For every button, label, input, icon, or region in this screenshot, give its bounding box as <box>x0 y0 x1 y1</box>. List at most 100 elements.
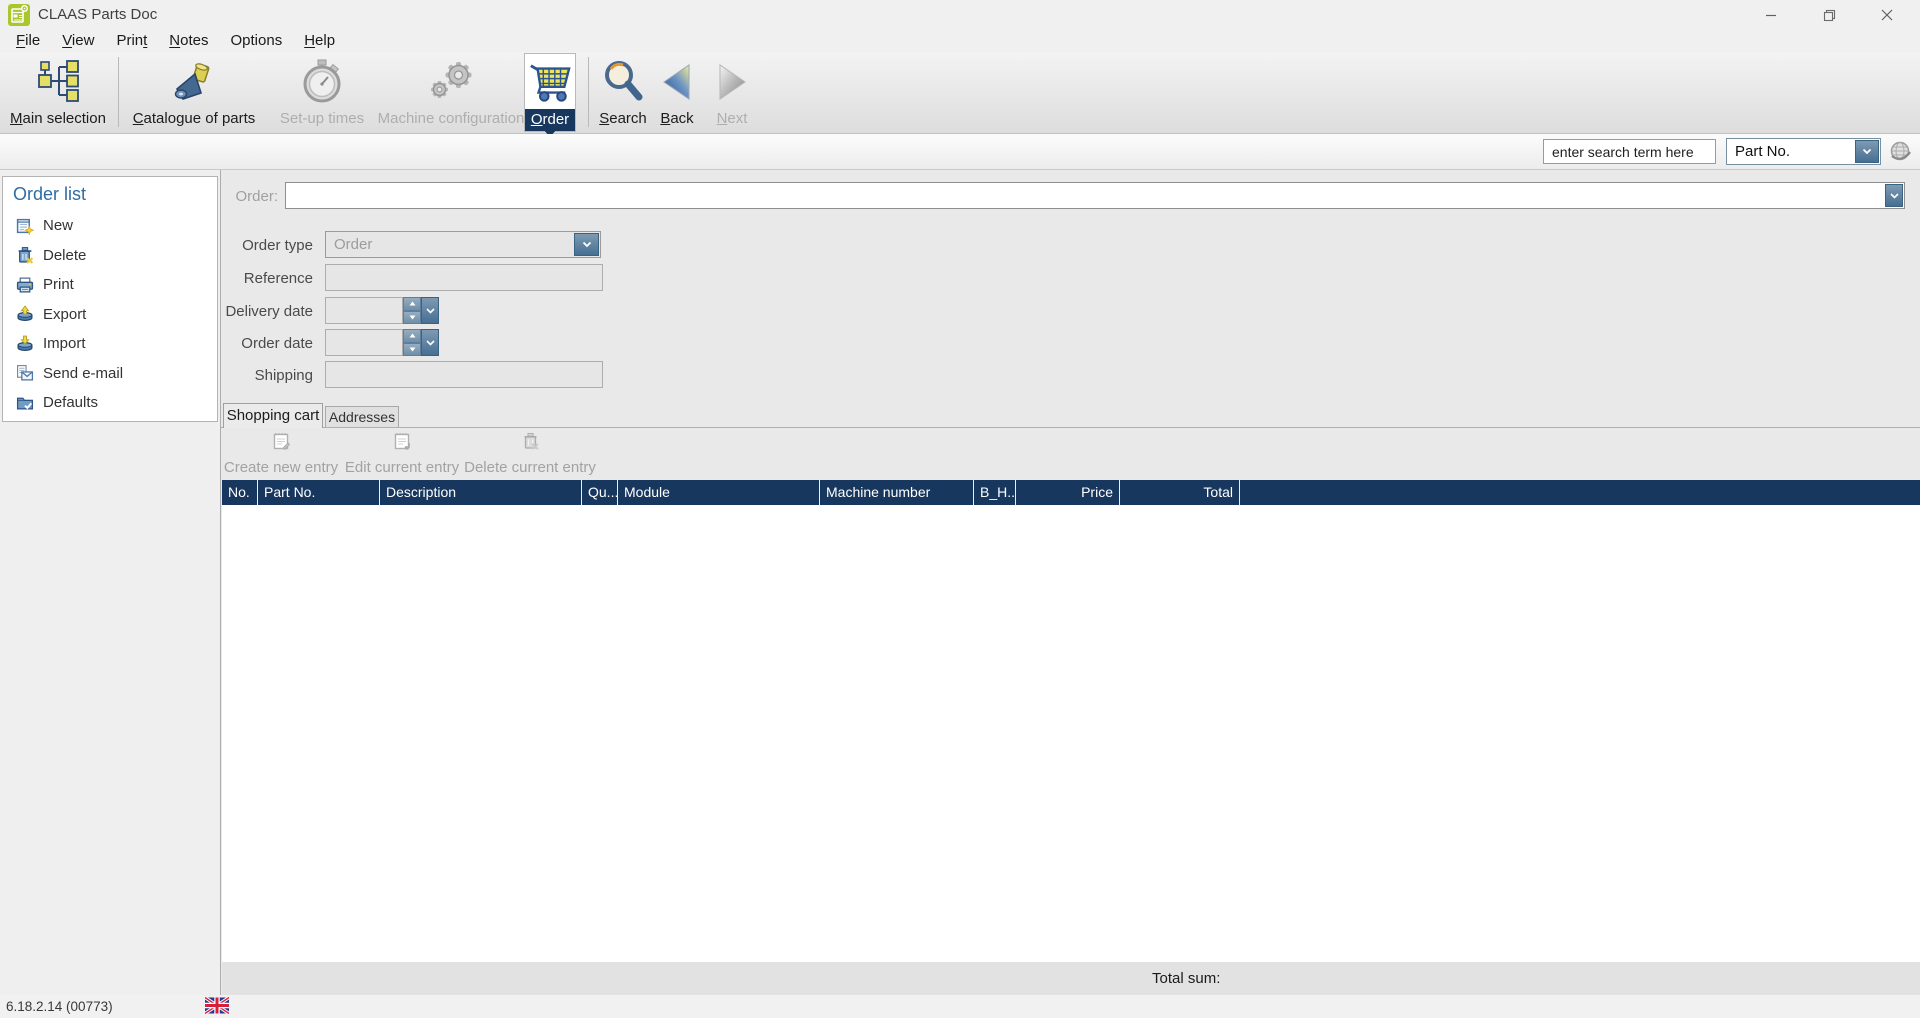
column-header-filler <box>1240 480 1920 505</box>
toolbar-button-label: Machine configuration <box>378 110 525 127</box>
panel-divider <box>220 170 221 995</box>
spin-up-button[interactable] <box>403 329 421 343</box>
sidebar-item-label: New <box>43 217 73 234</box>
uk-flag-icon[interactable] <box>205 997 229 1018</box>
sidebar-item-delete[interactable]: Delete <box>3 241 217 271</box>
column-header-description[interactable]: Description <box>380 480 582 505</box>
order-date-label: Order date <box>193 335 313 352</box>
create-new-entry-button: Create new entry <box>224 430 338 476</box>
main-toolbar: Main selection Catalogue of parts <box>0 52 1920 134</box>
toolbar-button-label: Catalogue of parts <box>133 110 256 127</box>
order-dropdown-button[interactable] <box>1885 184 1903 207</box>
menu-print[interactable]: Print <box>105 30 158 52</box>
back-button[interactable]: Back <box>652 53 702 132</box>
delete-entry-icon <box>519 430 542 458</box>
search-category-dropdown-button[interactable] <box>1855 140 1879 163</box>
sidebar-item-import[interactable]: Import <box>3 329 217 359</box>
toolbar-button-label: Main selection <box>10 110 106 127</box>
order-list-title: Order list <box>13 184 217 205</box>
catalogue-of-parts-button[interactable]: Catalogue of parts <box>124 53 264 132</box>
order-date-spinner <box>403 329 421 356</box>
chevron-down-icon <box>426 308 435 314</box>
edit-entry-icon <box>391 430 414 458</box>
spin-down-button[interactable] <box>403 343 421 357</box>
order-date-dropdown-button[interactable] <box>421 329 439 356</box>
restore-button[interactable] <box>1800 0 1858 30</box>
spin-up-button[interactable] <box>403 297 421 311</box>
sidebar-item-label: Delete <box>43 247 86 264</box>
order-type-value: Order <box>334 232 372 257</box>
cart-action-label: Edit current entry <box>345 459 459 476</box>
sidebar-item-label: Import <box>43 335 86 352</box>
window-title: CLAAS Parts Doc <box>38 0 157 30</box>
order-type-dropdown-button[interactable] <box>574 233 599 256</box>
sidebar-item-print[interactable]: Print <box>3 270 217 300</box>
column-header-price[interactable]: Price <box>1016 480 1120 505</box>
app-icon <box>8 4 30 26</box>
delivery-date-control <box>325 297 439 324</box>
column-header-bh[interactable]: B_H... <box>974 480 1016 505</box>
triangle-up-icon <box>409 301 416 306</box>
search-category-value: Part No. <box>1735 139 1790 164</box>
menu-help[interactable]: Help <box>293 30 346 52</box>
minimize-button[interactable] <box>1742 0 1800 30</box>
column-header-total[interactable]: Total <box>1120 480 1240 505</box>
set-up-times-button: Set-up times <box>268 53 376 132</box>
order-combobox[interactable] <box>285 182 1905 209</box>
tab-shopping-cart[interactable]: Shopping cart <box>223 403 323 428</box>
close-button[interactable] <box>1858 0 1916 30</box>
order-date-control <box>325 329 439 356</box>
order-button[interactable]: Order <box>524 53 576 132</box>
cart-table-body[interactable] <box>222 505 1920 962</box>
tab-addresses[interactable]: Addresses <box>325 406 399 427</box>
sidebar-item-defaults[interactable]: Defaults <box>3 388 217 418</box>
menu-options[interactable]: Options <box>220 30 294 52</box>
machine-configuration-button: Machine configuration <box>378 53 524 132</box>
shopping-cart-icon <box>528 54 572 109</box>
export-icon <box>16 305 34 323</box>
search-input[interactable] <box>1543 139 1716 164</box>
cart-table-header: No. Part No. Description Qu... Module Ma… <box>222 480 1920 505</box>
search-button[interactable]: Search <box>594 53 652 132</box>
sidebar-item-new[interactable]: New <box>3 211 217 241</box>
delete-icon <box>16 246 34 264</box>
chevron-down-icon <box>426 340 435 346</box>
sidebar-item-export[interactable]: Export <box>3 300 217 330</box>
column-header-machine-number[interactable]: Machine number <box>820 480 974 505</box>
sidebar-item-label: Print <box>43 276 74 293</box>
claas-parts-doc-window: CLAAS Parts Doc File View Print Notes Op… <box>0 0 1920 1018</box>
order-type-combobox[interactable]: Order <box>325 231 601 258</box>
search-row: Part No. <box>0 134 1920 170</box>
column-header-quantity[interactable]: Qu... <box>582 480 618 505</box>
order-label: Order: <box>198 188 278 205</box>
reference-label: Reference <box>193 270 313 287</box>
delivery-date-dropdown-button[interactable] <box>421 297 439 324</box>
triangle-up-icon <box>409 333 416 338</box>
delivery-date-spinner <box>403 297 421 324</box>
status-bar: 6.18.2.14 (00773) <box>0 995 1920 1018</box>
delete-current-entry-button: Delete current entry <box>464 430 596 476</box>
arrow-left-icon <box>660 53 694 110</box>
reference-field <box>325 264 603 291</box>
menu-file[interactable]: File <box>5 30 51 52</box>
cart-action-label: Create new entry <box>224 459 338 476</box>
toolbar-separator <box>118 57 119 127</box>
global-search-icon <box>1888 139 1913 169</box>
menu-view[interactable]: View <box>51 30 105 52</box>
delivery-date-field <box>325 297 403 324</box>
spin-down-button[interactable] <box>403 311 421 325</box>
search-category-dropdown[interactable]: Part No. <box>1726 138 1881 165</box>
close-icon <box>1881 9 1893 21</box>
sidebar-item-send-email[interactable]: Send e-mail <box>3 359 217 389</box>
order-list-panel: Order list New <box>2 176 218 422</box>
column-header-part-no[interactable]: Part No. <box>258 480 380 505</box>
stopwatch-icon <box>300 53 344 110</box>
menu-notes[interactable]: Notes <box>158 30 219 52</box>
send-email-icon <box>16 364 34 382</box>
column-header-module[interactable]: Module <box>618 480 820 505</box>
column-header-no[interactable]: No. <box>222 480 258 505</box>
toolbar-button-label: Search <box>599 110 647 127</box>
main-selection-button[interactable]: Main selection <box>2 53 114 132</box>
sidebar-item-label: Defaults <box>43 394 98 411</box>
triangle-down-icon <box>409 315 416 320</box>
